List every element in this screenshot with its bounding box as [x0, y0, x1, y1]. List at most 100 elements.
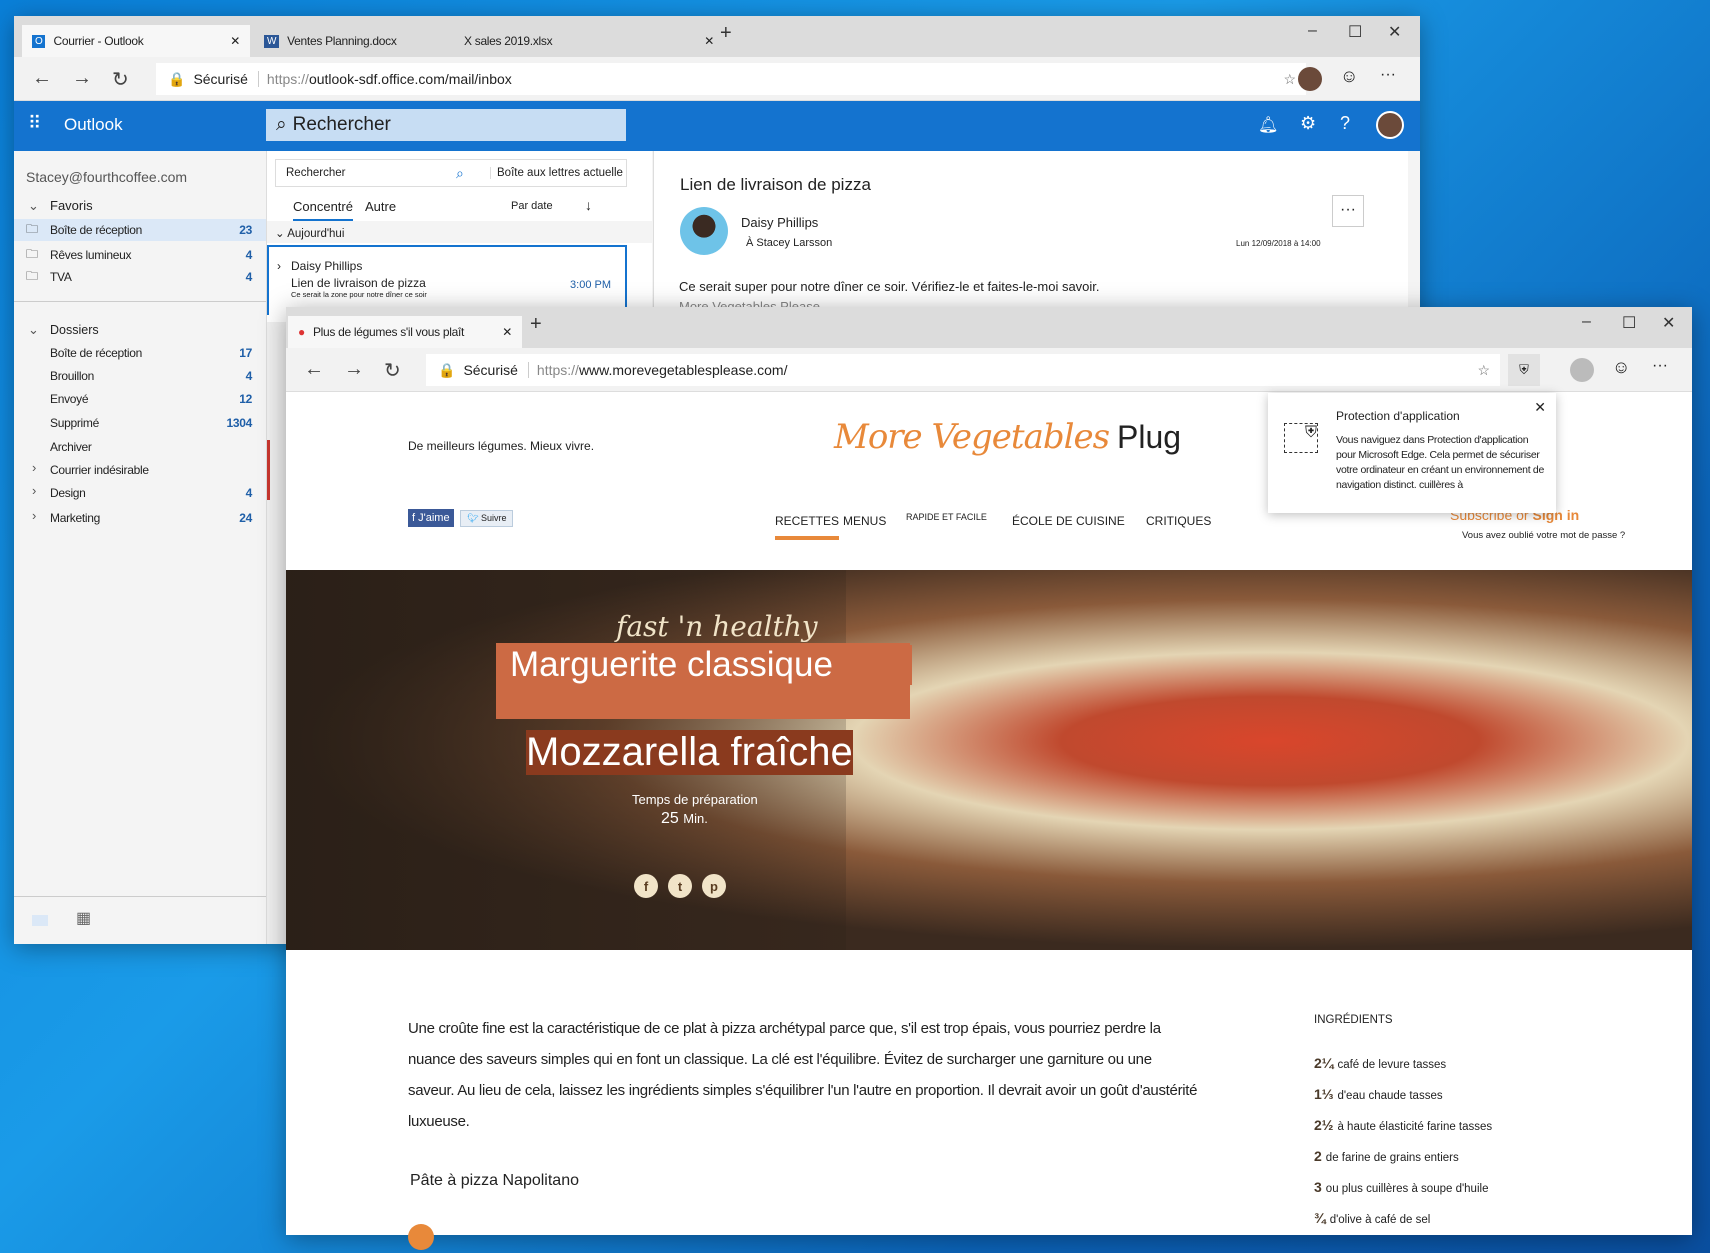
prep-time: 25 Min.	[661, 810, 708, 827]
twitter-share-icon[interactable]: t	[668, 874, 692, 898]
bell-icon[interactable]: 🔔︎	[1258, 115, 1278, 135]
tomato-icon: ●	[298, 325, 305, 339]
recipe-intro: Une croûte fine est la caractéristique d…	[408, 1020, 1198, 1130]
forgot-password-link[interactable]: Vous avez oublié votre mot de passe ?	[1462, 530, 1625, 541]
folder-item[interactable]: Envoyé 12	[50, 388, 252, 410]
chevron-right-icon[interactable]: ›	[32, 508, 36, 523]
close-tab-icon[interactable]: ✕	[230, 34, 240, 48]
chevron-right-icon[interactable]: ›	[32, 460, 36, 475]
tab-focused[interactable]: Concentré	[293, 199, 353, 221]
ingredient-item: 3 ou plus cuillères à soupe d'huile	[1314, 1179, 1489, 1195]
group-header-today[interactable]: ⌄ Aujourd'hui	[267, 221, 653, 243]
tab-excel[interactable]: X sales 2019.xlsx ✕	[454, 25, 724, 57]
folder-icon: 🗀	[26, 246, 38, 261]
emoji-icon[interactable]: ☺	[1340, 66, 1358, 87]
recipe-subtitle: Mozzarella fraîche	[526, 730, 853, 775]
folder-item[interactable]: Supprimé 1304	[50, 412, 252, 434]
hero-image: fast 'n healthy Marguerite classique Moz…	[286, 570, 1692, 950]
site-logo[interactable]: More Vegetables Plug	[834, 417, 1181, 457]
user-avatar[interactable]	[1376, 111, 1404, 139]
minimize-button[interactable]: –	[1308, 22, 1317, 40]
folder-group[interactable]: Courrier indésirable	[50, 459, 252, 481]
more-icon[interactable]: ···	[1380, 66, 1396, 84]
nav-ecole[interactable]: ÉCOLE DE CUISINE	[1012, 514, 1125, 528]
chevron-down-icon[interactable]: ⌄	[28, 198, 39, 214]
folder-item[interactable]: Archiver	[50, 436, 252, 458]
mail-icon[interactable]	[32, 915, 48, 926]
chevron-down-icon[interactable]: ⌄	[28, 322, 39, 338]
folder-pane: Stacey@fourthcoffee.com ⌄ Favoris 🗀 Boîte…	[14, 151, 266, 944]
refresh-icon[interactable]: ↻	[384, 358, 401, 383]
outlook-icon: O	[32, 34, 46, 48]
close-tab-icon[interactable]: ✕	[502, 325, 512, 339]
back-icon[interactable]: ←	[32, 67, 52, 90]
profile-avatar[interactable]	[1298, 67, 1322, 91]
forward-icon[interactable]: →	[72, 67, 92, 90]
pinterest-share-icon[interactable]: p	[702, 874, 726, 898]
emoji-icon[interactable]: ☺	[1612, 357, 1630, 378]
sort-by-date[interactable]: Par date	[511, 200, 553, 212]
email-date: Lun 12/09/2018 à 14:00	[1236, 239, 1321, 248]
url-field[interactable]: 🔒 Sécurisé https://www.morevegetablesplea…	[426, 354, 1500, 386]
favorites-header[interactable]: Favoris	[50, 198, 93, 213]
app-guard-icon[interactable]: ⛨	[1508, 354, 1540, 386]
folder-item[interactable]: Brouillon 4	[50, 365, 252, 387]
facebook-like-button[interactable]: f J'aime	[408, 509, 454, 527]
folder-group[interactable]: Marketing 24	[50, 507, 252, 529]
new-tab-button[interactable]: +	[530, 313, 542, 336]
help-icon[interactable]: ?	[1340, 113, 1350, 134]
ingredient-item: 2½ à haute élasticité farine tasses	[1314, 1117, 1493, 1133]
sender-name[interactable]: Daisy Phillips	[741, 215, 818, 230]
more-actions-button[interactable]: ···	[1332, 195, 1364, 227]
minimize-button[interactable]: –	[1582, 313, 1591, 331]
twitter-follow-button[interactable]: 🐦︎ Suivre	[460, 510, 514, 527]
favorite-inbox[interactable]: 🗀 Boîte de réception 23	[14, 219, 266, 241]
back-icon[interactable]: ←	[304, 358, 324, 381]
shield-icon: ⛨	[1284, 423, 1318, 453]
more-icon[interactable]: ···	[1652, 357, 1668, 375]
close-window-button[interactable]: ✕	[1388, 22, 1401, 42]
folders-header[interactable]: Dossiers	[50, 323, 99, 337]
tab-other[interactable]: Autre	[365, 199, 396, 214]
facebook-share-icon[interactable]: f	[634, 874, 658, 898]
profile-avatar[interactable]	[1570, 358, 1594, 382]
close-popup-button[interactable]: ✕	[1534, 399, 1546, 416]
gear-icon[interactable]: ⚙	[1300, 113, 1316, 134]
step-number-badge	[408, 1224, 434, 1250]
message-item[interactable]: › Daisy Phillips Lien de livraison de pi…	[267, 245, 627, 315]
list-search[interactable]: Rechercher ⌕ Boîte aux lettres actuelle	[275, 159, 627, 187]
sort-arrow-icon[interactable]: ↓	[585, 197, 592, 213]
nav-critiques[interactable]: CRITIQUES	[1146, 514, 1211, 528]
maximize-button[interactable]: ☐	[1622, 313, 1636, 333]
tab-word[interactable]: W Ventes Planning.docx	[254, 25, 444, 57]
forward-icon[interactable]: →	[344, 358, 364, 381]
folder-item[interactable]: Boîte de réception 17	[50, 342, 252, 364]
calendar-icon[interactable]: ▦	[76, 908, 91, 928]
app-name: Outlook	[64, 115, 123, 134]
tab-outlook[interactable]: O Courrier - Outlook ✕	[22, 25, 250, 57]
refresh-icon[interactable]: ↻	[112, 67, 129, 92]
tab-vegetables[interactable]: ● Plus de légumes s'il vous plaît ✕	[288, 316, 522, 348]
close-window-button[interactable]: ✕	[1662, 313, 1675, 333]
search-icon: ⌕	[456, 164, 464, 181]
favorite-item[interactable]: 🗀 Rêves lumineux 4	[14, 244, 266, 266]
favorite-star-icon[interactable]: ☆	[1477, 362, 1490, 379]
nav-rapide[interactable]: RAPIDE ET FACILE	[906, 512, 987, 522]
search-box[interactable]: ⌕ Rechercher	[266, 109, 626, 141]
address-bar-area: ← → ↻ 🔒 Sécurisé https://outlook-sdf.offi…	[14, 57, 1420, 101]
nav-recettes[interactable]: RECETTES	[775, 514, 840, 540]
nav-menus[interactable]: MENUS	[843, 514, 886, 528]
dough-heading: Pâte à pizza Napolitano	[410, 1172, 579, 1189]
close-tab-icon[interactable]: ✕	[704, 34, 714, 48]
favorite-item[interactable]: 🗀 TVA 4	[14, 266, 266, 288]
maximize-button[interactable]: ☐	[1348, 22, 1362, 42]
email-subject: Lien de livraison de pizza	[680, 175, 871, 194]
url-field[interactable]: 🔒 Sécurisé https://outlook-sdf.office.com…	[156, 63, 1306, 95]
folder-group[interactable]: Design 4	[50, 482, 252, 504]
favorite-star-icon[interactable]: ☆	[1283, 71, 1296, 88]
tab-strip: ● Plus de légumes s'il vous plaît ✕ + – ☐ …	[286, 307, 1692, 348]
address-bar-area: ← → ↻ 🔒 Sécurisé https://www.morevegetabl…	[286, 348, 1692, 392]
app-launcher-icon[interactable]: ⠿	[28, 113, 41, 134]
new-tab-button[interactable]: +	[720, 22, 732, 45]
chevron-right-icon[interactable]: ›	[32, 483, 36, 498]
